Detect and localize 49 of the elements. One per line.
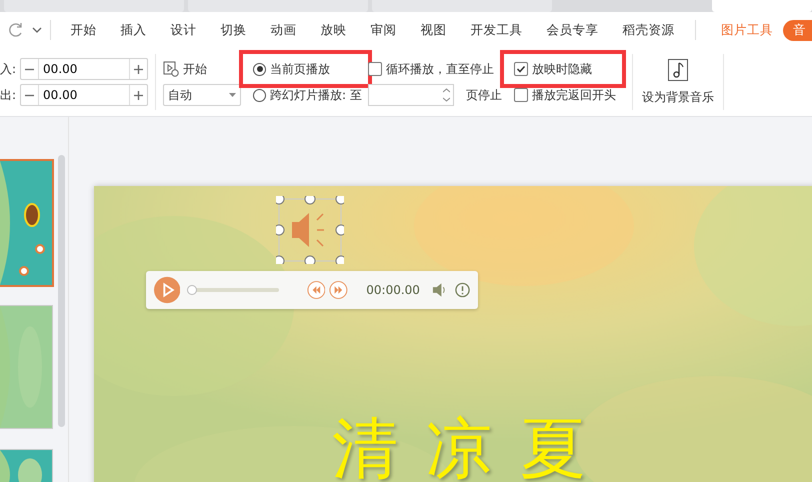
menu-tab[interactable]: 切换 — [208, 22, 258, 38]
menu-tab[interactable]: 视图 — [408, 22, 458, 38]
menu-tab[interactable]: 动画 — [258, 22, 308, 38]
start-label: 开始 — [183, 60, 208, 78]
spinner-icon[interactable] — [442, 88, 450, 102]
info-icon[interactable] — [454, 282, 470, 298]
slide-title: 清凉夏 — [332, 409, 614, 482]
menu-tab[interactable]: 审阅 — [358, 22, 408, 38]
menu-tab[interactable]: 开发工具 — [458, 22, 534, 38]
checkbox[interactable] — [368, 62, 382, 76]
menu-tab[interactable]: 插入 — [108, 22, 158, 38]
menu-tab[interactable]: 开始 — [58, 22, 108, 38]
fade-label: 出: — [0, 86, 16, 104]
menu-tab[interactable]: 稻壳资源 — [610, 22, 686, 38]
duration-field[interactable]: 00.00 — [20, 58, 148, 80]
volume-icon[interactable] — [432, 283, 447, 297]
checkbox-label: 循环播放，直至停止 — [386, 60, 494, 78]
menu-tab[interactable]: 设计 — [158, 22, 208, 38]
radio-label: 当前页播放 — [270, 60, 330, 78]
redo-icon[interactable] — [8, 22, 24, 38]
menu-tab[interactable]: 会员专享 — [534, 22, 610, 38]
radio-button[interactable] — [253, 88, 266, 102]
scrollbar[interactable] — [58, 155, 65, 427]
plus-icon[interactable] — [134, 90, 144, 100]
start-icon — [163, 61, 180, 77]
speaker-icon[interactable] — [276, 196, 344, 264]
start-dropdown[interactable]: 自动 — [163, 84, 242, 106]
caret-icon — [229, 93, 236, 97]
dropdown-icon[interactable] — [32, 26, 42, 34]
page-field[interactable] — [368, 84, 454, 106]
fade-label: 入: — [0, 60, 16, 78]
checkbox[interactable] — [514, 88, 528, 102]
checkbox-label: 播放完返回开头 — [532, 86, 616, 104]
fast-forward-icon[interactable] — [329, 280, 348, 300]
music-note-icon — [668, 58, 688, 80]
background-music-button[interactable]: 设为背景音乐 — [636, 48, 720, 116]
radio-label: 跨幻灯片播放: 至 — [270, 86, 362, 104]
time-display: 00:00.00 — [366, 283, 420, 297]
plus-icon[interactable] — [134, 64, 144, 74]
duration-field[interactable]: 00.00 — [20, 84, 148, 106]
menu-tab[interactable]: 放映 — [308, 22, 358, 38]
play-icon[interactable] — [154, 276, 180, 304]
checkmark-icon — [516, 64, 526, 74]
page-stop-label: 页停止 — [466, 86, 502, 104]
progress-thumb[interactable] — [187, 285, 198, 295]
rewind-icon[interactable] — [306, 280, 326, 300]
checkbox-label: 放映时隐藏 — [532, 60, 592, 78]
radio-button[interactable] — [253, 62, 266, 76]
checkbox[interactable] — [514, 62, 528, 76]
